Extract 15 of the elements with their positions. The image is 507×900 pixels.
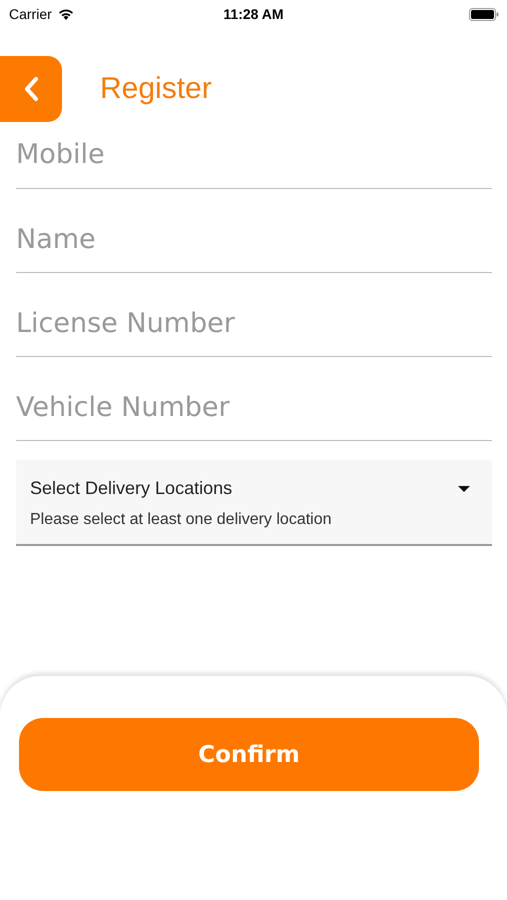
text-field[interactable]: Name [16, 189, 492, 273]
back-button[interactable] [0, 56, 62, 122]
chevron-left-icon [23, 76, 39, 102]
carrier-label: Carrier [9, 6, 52, 22]
helper-text: Please select at least one delivery location [30, 511, 333, 529]
text-field[interactable]: License Number [16, 273, 492, 357]
text-field[interactable]: Mobile [16, 120, 492, 189]
caret-down-icon [458, 486, 470, 492]
dropdown-field[interactable]: Select Delivery Locations Please select at least one delivery location [16, 460, 492, 546]
battery-icon [469, 8, 499, 20]
dropdown-label: Select Delivery Locations [30, 478, 232, 499]
status-time: 11:28 AM [223, 6, 284, 22]
text-field[interactable]: Vehicle Number [16, 357, 492, 441]
page-title: Register [100, 72, 212, 106]
wifi-icon [58, 8, 74, 20]
